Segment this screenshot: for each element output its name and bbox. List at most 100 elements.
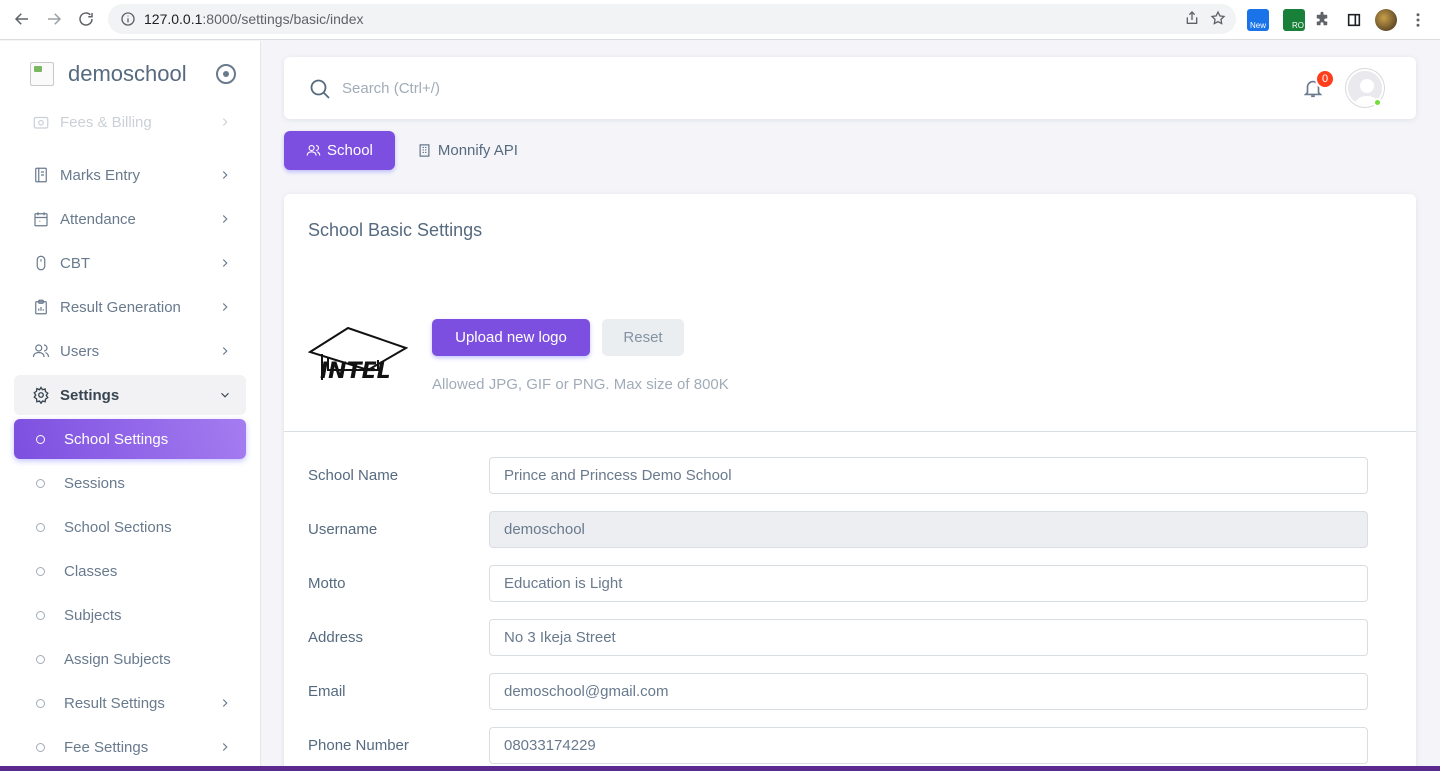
- chevron-right-icon: [222, 118, 228, 126]
- tab-monnify-api[interactable]: Monnify API: [395, 131, 540, 170]
- field-username: Username: [308, 511, 1368, 549]
- field-label: Address: [308, 629, 364, 646]
- upload-logo-button[interactable]: Upload new logo: [432, 319, 590, 356]
- field-email: Email: [308, 673, 1368, 711]
- brand[interactable]: demoschool: [30, 61, 187, 87]
- chevron-right-icon: [222, 171, 228, 179]
- online-status-dot: [1373, 98, 1382, 107]
- bullet-icon: [36, 610, 45, 620]
- forward-icon[interactable]: [38, 3, 70, 35]
- sidebar-item-settings[interactable]: Settings: [14, 375, 246, 415]
- chevron-right-icon: [222, 215, 228, 223]
- clipboard-chart-icon: [32, 298, 50, 316]
- email-input[interactable]: [489, 673, 1368, 710]
- bullet-icon: [36, 698, 45, 708]
- extension-ro-icon[interactable]: RO: [1282, 8, 1306, 32]
- sidebar-subitem-label: Result Settings: [64, 694, 165, 712]
- phone-number-input[interactable]: [489, 727, 1368, 764]
- sidebar-item-attendance[interactable]: Attendance: [14, 199, 246, 239]
- bullet-icon: [36, 522, 45, 532]
- bullet-icon: [36, 434, 45, 444]
- info-icon[interactable]: [120, 11, 136, 27]
- search-icon[interactable]: [308, 77, 332, 101]
- sidebar-item-result-generation[interactable]: Result Generation: [14, 287, 246, 327]
- wallet-icon: [32, 113, 50, 131]
- back-icon[interactable]: [6, 3, 38, 35]
- chevron-right-icon: [222, 259, 228, 267]
- profile-avatar-icon[interactable]: [1374, 8, 1398, 32]
- field-label: Username: [308, 521, 378, 538]
- mouse-icon: [32, 254, 50, 272]
- sidebar-subitem-assign-subjects[interactable]: Assign Subjects: [14, 639, 246, 679]
- address-bar[interactable]: 127.0.0.1:8000/settings/basic/index: [108, 4, 1236, 34]
- sidebar-subitem-fee-settings[interactable]: Fee Settings: [14, 727, 246, 767]
- notification-badge: 0: [1315, 69, 1335, 89]
- field-label: Phone Number: [308, 737, 409, 754]
- sidebar-item-label: Fees & Billing: [60, 113, 152, 131]
- chevron-right-icon: [222, 699, 228, 707]
- side-panel-icon[interactable]: [1342, 8, 1366, 32]
- school-settings-card: School Basic Settings INTEL Upload new l…: [284, 194, 1416, 771]
- bullet-icon: [36, 478, 45, 488]
- url-path: :8000/settings/basic/index: [202, 11, 364, 27]
- extension-new-icon[interactable]: New: [1246, 8, 1270, 32]
- field-school-name: School Name: [308, 457, 1368, 495]
- browser-toolbar: 127.0.0.1:8000/settings/basic/index New …: [0, 0, 1440, 40]
- sidebar-subitem-classes[interactable]: Classes: [14, 551, 246, 591]
- sidebar-subitem-label: School Settings: [64, 430, 169, 448]
- sidebar-toggle-icon[interactable]: [216, 64, 236, 84]
- sidebar-subitem-sessions[interactable]: Sessions: [14, 463, 246, 503]
- sidebar-item-label: Users: [60, 342, 100, 360]
- bullet-icon: [36, 566, 45, 576]
- bookmark-star-icon[interactable]: [1210, 10, 1226, 29]
- address-input[interactable]: [489, 619, 1368, 656]
- chevron-right-icon: [222, 347, 228, 355]
- sidebar: demoschool Fees & Billing Marks Entry At…: [0, 41, 261, 771]
- sidebar-item-label: CBT: [60, 254, 90, 272]
- reload-icon[interactable]: [70, 3, 102, 35]
- sidebar-subitem-subjects[interactable]: Subjects: [14, 595, 246, 635]
- logo-text: INTEL: [320, 359, 391, 384]
- divider: [284, 431, 1416, 432]
- tab-label: School: [327, 142, 373, 159]
- notebook-icon: [32, 166, 50, 184]
- sidebar-subitem-label: School Sections: [64, 518, 172, 536]
- calendar-icon: [32, 210, 50, 228]
- sidebar-subitem-label: Sessions: [64, 474, 125, 492]
- top-navbar: 0: [284, 57, 1416, 119]
- sidebar-subitem-result-settings[interactable]: Result Settings: [14, 683, 246, 723]
- tab-school[interactable]: School: [284, 131, 395, 170]
- sidebar-subitem-school-sections[interactable]: School Sections: [14, 507, 246, 547]
- menu-dots-icon[interactable]: [1406, 8, 1430, 32]
- tab-label: Monnify API: [437, 142, 518, 159]
- bullet-icon: [36, 654, 45, 664]
- school-logo: INTEL: [308, 326, 408, 384]
- sidebar-item-fees-billing[interactable]: Fees & Billing: [14, 111, 246, 133]
- extensions-puzzle-icon[interactable]: [1310, 8, 1334, 32]
- share-icon[interactable]: [1184, 10, 1200, 29]
- search-input[interactable]: [342, 75, 842, 101]
- motto-input[interactable]: [489, 565, 1368, 602]
- sidebar-subitem-school-settings[interactable]: School Settings: [14, 419, 246, 459]
- field-phone-number: Phone Number: [308, 727, 1368, 765]
- chevron-right-icon: [222, 303, 228, 311]
- school-name-input[interactable]: [489, 457, 1368, 494]
- chevron-down-icon: [221, 392, 229, 398]
- sidebar-item-marks-entry[interactable]: Marks Entry: [14, 155, 246, 195]
- field-address: Address: [308, 619, 1368, 657]
- bullet-icon: [36, 742, 45, 752]
- field-label: Motto: [308, 575, 346, 592]
- sidebar-item-label: Result Generation: [60, 298, 181, 316]
- field-label: School Name: [308, 467, 399, 484]
- field-motto: Motto: [308, 565, 1368, 603]
- brand-name: demoschool: [68, 61, 187, 86]
- reset-button[interactable]: Reset: [602, 319, 684, 356]
- field-label: Email: [308, 683, 346, 700]
- url-host: 127.0.0.1: [144, 11, 203, 27]
- sidebar-item-label: Settings: [60, 386, 120, 404]
- sidebar-item-cbt[interactable]: CBT: [14, 243, 246, 283]
- brand-logo: [30, 62, 54, 86]
- sidebar-item-label: Attendance: [60, 210, 136, 228]
- sidebar-item-users[interactable]: Users: [14, 331, 246, 371]
- users-icon: [32, 342, 50, 360]
